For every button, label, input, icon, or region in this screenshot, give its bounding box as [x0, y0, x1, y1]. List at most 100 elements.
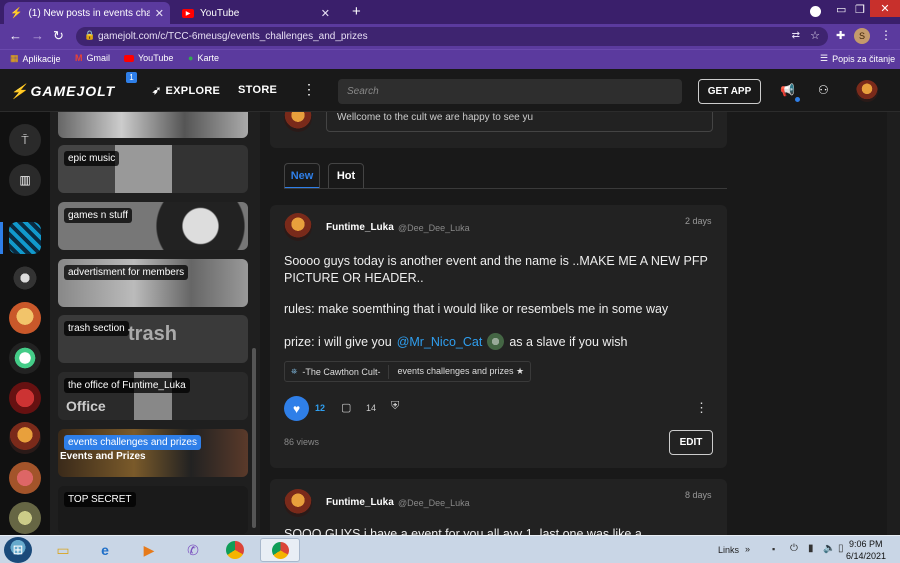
bookmark-youtube[interactable]: YouTube	[124, 53, 173, 63]
chrome-profile-icon	[271, 541, 289, 559]
megaphone-icon[interactable]: 📢	[780, 83, 795, 97]
post-card: Funtime_Luka @Dee_Dee_Luka 2 days Soooo …	[270, 205, 727, 468]
browser-tab-gamejolt[interactable]: ⚡ (1) New posts in events challeng ✕	[4, 2, 170, 24]
channel-trash-section[interactable]: trash section trash	[58, 315, 248, 363]
reload-icon[interactable]: ↻	[53, 28, 64, 44]
tab-hot[interactable]: Hot	[328, 163, 364, 189]
avatar[interactable]	[284, 489, 312, 517]
restore-icon[interactable]: ❐	[855, 3, 865, 16]
post-author[interactable]: Funtime_Luka	[326, 497, 394, 508]
like-button[interactable]: ♥	[284, 396, 309, 421]
reading-list[interactable]: ☰ Popis za čitanje	[820, 53, 895, 64]
tab-search-icon[interactable]	[810, 6, 821, 17]
rail-community-2[interactable]	[9, 262, 41, 294]
bookmark-maps[interactable]: ● Karte	[188, 53, 219, 63]
post-community-tag[interactable]: ⛯ -The Cawthon Cult- events challenges a…	[284, 361, 532, 382]
rail-home-icon[interactable]: ⍑	[9, 124, 41, 156]
share-shield-icon[interactable]: ⛨	[391, 400, 399, 413]
logo-text: GAMEJOLT	[30, 83, 116, 99]
back-icon[interactable]: ←	[9, 28, 22, 43]
post-handle[interactable]: @Dee_Dee_Luka	[398, 498, 470, 508]
rail-community-6[interactable]	[9, 422, 41, 454]
edit-button[interactable]: EDIT	[669, 430, 713, 455]
translate-icon[interactable]: ⇄	[792, 30, 800, 41]
site-header: ⚡ GAMEJOLT 1 ➶ EXPLORE STORE ⋮ Search GET …	[0, 70, 900, 112]
search-input[interactable]: Search	[338, 79, 682, 104]
rail-community-7[interactable]	[9, 462, 41, 494]
browser-tab-youtube[interactable]: ▶ YouTube ✕	[176, 2, 336, 24]
rail-community-5[interactable]	[9, 382, 41, 414]
address-bar[interactable]: 🔒 gamejolt.com/c/TCC-6meusg/events_chall…	[76, 27, 828, 46]
channel-events-challenges-prizes[interactable]: events challenges and prizes Events and …	[58, 429, 248, 477]
gamejolt-logo[interactable]: ⚡ GAMEJOLT	[10, 83, 115, 100]
tag-divider	[388, 364, 390, 379]
bookmark-label: Popis za čitanje	[832, 53, 896, 64]
nav-store[interactable]: STORE	[238, 84, 277, 96]
get-app-button[interactable]: GET APP	[698, 79, 761, 104]
lock-icon: 🔒	[84, 30, 96, 40]
channel-top-secret[interactable]: TOP SECRET	[58, 486, 248, 534]
post-handle[interactable]: @Dee_Dee_Luka	[398, 223, 470, 233]
rail-community-3[interactable]	[9, 302, 41, 334]
post-body-line1: Soooo guys today is another event and th…	[284, 254, 708, 285]
comment-icon[interactable]: ▢	[341, 401, 351, 414]
minimize-icon[interactable]: ▭	[836, 3, 846, 16]
post-body-line3: prize: i will give you @Mr_Nico_Cat as a…	[284, 333, 724, 350]
post-options-icon[interactable]: ⋮	[695, 400, 708, 416]
media-player-icon[interactable]: ▶	[136, 539, 162, 561]
post-author[interactable]: Funtime_Luka	[326, 222, 394, 233]
internet-explorer-icon[interactable]: e	[92, 539, 118, 561]
rail-activity-icon[interactable]: ▥	[9, 164, 41, 196]
community-icon: ⛯	[291, 366, 298, 376]
close-icon[interactable]: ✕	[321, 7, 330, 20]
window-close-button[interactable]: ✕	[870, 0, 900, 17]
channel-label: the office of Funtime_Luka	[64, 378, 190, 393]
rail-community-8[interactable]	[9, 502, 41, 534]
avatar[interactable]	[284, 213, 312, 241]
channel-art-text: Events and Prizes	[60, 451, 146, 462]
channel-office[interactable]: the office of Funtime_Luka Office	[58, 372, 248, 420]
close-icon[interactable]: ✕	[155, 7, 164, 20]
rail-community-1[interactable]	[9, 222, 41, 254]
channel-advertisment[interactable]: advertisment for members	[58, 259, 248, 307]
bookmark-star-icon[interactable]: ☆	[810, 29, 820, 42]
more-menu-icon[interactable]: ⋮	[302, 81, 316, 98]
clock-time[interactable]: 9:06 PM	[849, 539, 883, 549]
bookmark-apps[interactable]: ▦ Aplikacije	[10, 53, 61, 64]
bookmark-label: Aplikacije	[22, 53, 61, 64]
chrome-menu-icon[interactable]: ⋮	[880, 28, 892, 42]
user-avatar[interactable]	[856, 80, 878, 102]
network-icon[interactable]: ▮	[808, 543, 814, 554]
viber-icon[interactable]: ✆	[180, 539, 206, 561]
tray-app-icon[interactable]: ▪	[772, 544, 775, 554]
chrome-taskbar-icon[interactable]	[222, 539, 248, 561]
forward-icon[interactable]: →	[31, 28, 44, 43]
channel-games-n-stuff[interactable]: games n stuff	[58, 202, 248, 250]
channel-label: epic music	[64, 151, 120, 166]
profile-avatar[interactable]: S	[854, 28, 870, 44]
friends-icon[interactable]: ⚇	[818, 83, 829, 97]
power-icon[interactable]: ▯	[838, 543, 844, 554]
tab-new[interactable]: New	[284, 163, 320, 189]
page-scrollbar[interactable]	[887, 112, 900, 535]
user-mention-link[interactable]: @Mr_Nico_Cat	[397, 335, 483, 349]
new-tab-button[interactable]: +	[352, 3, 361, 20]
channel-epic-music[interactable]: epic music	[58, 145, 248, 193]
extensions-icon[interactable]: ✚	[836, 29, 845, 42]
youtube-icon	[124, 54, 134, 62]
bookmark-gmail[interactable]: M Gmail	[75, 53, 110, 63]
channel-tag: events challenges and prizes ★	[397, 366, 525, 376]
active-app-taskbar-button[interactable]	[260, 538, 300, 562]
channel-art-text: Office	[66, 398, 106, 414]
file-explorer-icon[interactable]: ▭	[50, 539, 76, 561]
tray-expand-icon[interactable]: »	[745, 544, 750, 554]
rail-community-4[interactable]	[9, 342, 41, 374]
volume-icon[interactable]: 🔈	[823, 543, 835, 554]
start-button[interactable]: ⊞	[4, 537, 32, 563]
channel-top-partial[interactable]	[58, 112, 248, 138]
links-toolbar[interactable]: Links	[718, 545, 739, 555]
nav-explore[interactable]: ➶ EXPLORE	[152, 84, 220, 97]
tray-device-icon[interactable]: ⏻	[790, 543, 798, 554]
clock-date[interactable]: 6/14/2021	[846, 551, 886, 561]
channel-scrollbar[interactable]	[252, 348, 256, 528]
